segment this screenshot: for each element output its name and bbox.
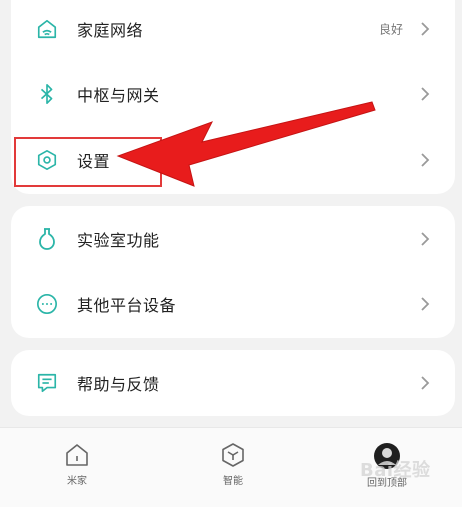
tab-smart-label: 智能 (223, 476, 243, 487)
feedback-icon (35, 371, 59, 395)
lab-features-label: 实验室功能 (77, 231, 160, 250)
home-icon (66, 444, 88, 466)
more-circle-icon (35, 292, 59, 316)
home-network-label: 家庭网络 (77, 21, 144, 40)
chevron-right-icon (421, 22, 430, 36)
wifi-home-icon (35, 17, 59, 41)
network-status-text: 良好 (378, 22, 403, 37)
tab-mijia[interactable]: 米家 (37, 442, 117, 502)
help-feedback-label: 帮助与反馈 (77, 375, 160, 394)
home-network-row[interactable]: 家庭网络 良好 (11, 0, 455, 60)
other-platform-devices-label: 其他平台设备 (77, 296, 177, 315)
bluetooth-icon (35, 82, 59, 106)
cube-icon (222, 443, 244, 467)
tab-smart[interactable]: 智能 (193, 442, 273, 502)
chevron-right-icon (421, 232, 430, 246)
other-platform-devices-row[interactable]: 其他平台设备 (11, 273, 455, 335)
lab-features-row[interactable]: 实验室功能 (11, 208, 455, 270)
help-feedback-row[interactable]: 帮助与反馈 (11, 352, 455, 414)
help-card: 帮助与反馈 (11, 350, 455, 416)
flask-icon (35, 227, 59, 251)
extra-features-card: 实验室功能 其他平台设备 (11, 206, 455, 338)
tab-mijia-label: 米家 (67, 476, 87, 487)
chevron-right-icon (421, 87, 430, 101)
settings-highlight-box (14, 137, 162, 187)
hub-gateway-label: 中枢与网关 (77, 86, 160, 105)
chevron-right-icon (421, 376, 430, 390)
baidu-watermark: Bai经验 (360, 460, 431, 481)
chevron-right-icon (421, 297, 430, 311)
chevron-right-icon (421, 153, 430, 167)
hub-gateway-row[interactable]: 中枢与网关 (11, 63, 455, 125)
